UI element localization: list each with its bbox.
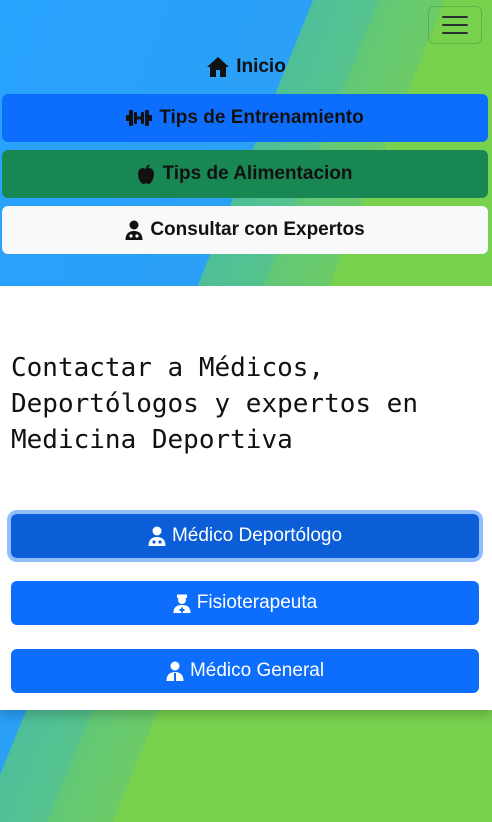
user-nurse-icon (173, 593, 191, 613)
nav-consult-experts-label: Consultar con Expertos (150, 219, 365, 240)
nav-home-link[interactable]: Inicio (0, 52, 492, 82)
page-footer-background (0, 710, 492, 822)
nav-training-tips-label: Tips de Entrenamiento (159, 107, 364, 128)
physiotherapist-label: Fisioterapeuta (196, 592, 318, 613)
general-doctor-label: Médico General (189, 660, 325, 681)
sports-doctor-button[interactable]: Médico Deportólogo (11, 514, 479, 558)
user-doctor-icon (148, 526, 166, 546)
dumbbell-icon (126, 109, 153, 127)
hamburger-menu-icon (442, 16, 468, 18)
physiotherapist-button[interactable]: Fisioterapeuta (11, 581, 479, 625)
page-heading: Contactar a Médicos, Deportólogos y expe… (11, 353, 418, 455)
content-panel: Contactar a Médicos, Deportólogos y expe… (0, 286, 492, 710)
nav-training-tips-button[interactable]: Tips de Entrenamiento (2, 94, 488, 142)
nav-nutrition-tips-button[interactable]: Tips de Alimentacion (2, 150, 488, 198)
nav-nutrition-tips-label: Tips de Alimentacion (162, 163, 353, 184)
menu-toggle-button[interactable] (428, 6, 482, 44)
nav-home-label: Inicio (236, 56, 286, 77)
nav-consult-experts-button[interactable]: Consultar con Expertos (2, 206, 488, 254)
sports-doctor-label: Médico Deportólogo (171, 525, 343, 546)
navbar: Inicio Tips de Entrenamiento Tips de Ali… (0, 0, 492, 286)
general-doctor-button[interactable]: Médico General (11, 649, 479, 693)
apple-icon (137, 164, 155, 185)
user-doctor-icon (125, 220, 143, 240)
home-icon (206, 56, 230, 78)
user-md-icon (166, 661, 184, 681)
